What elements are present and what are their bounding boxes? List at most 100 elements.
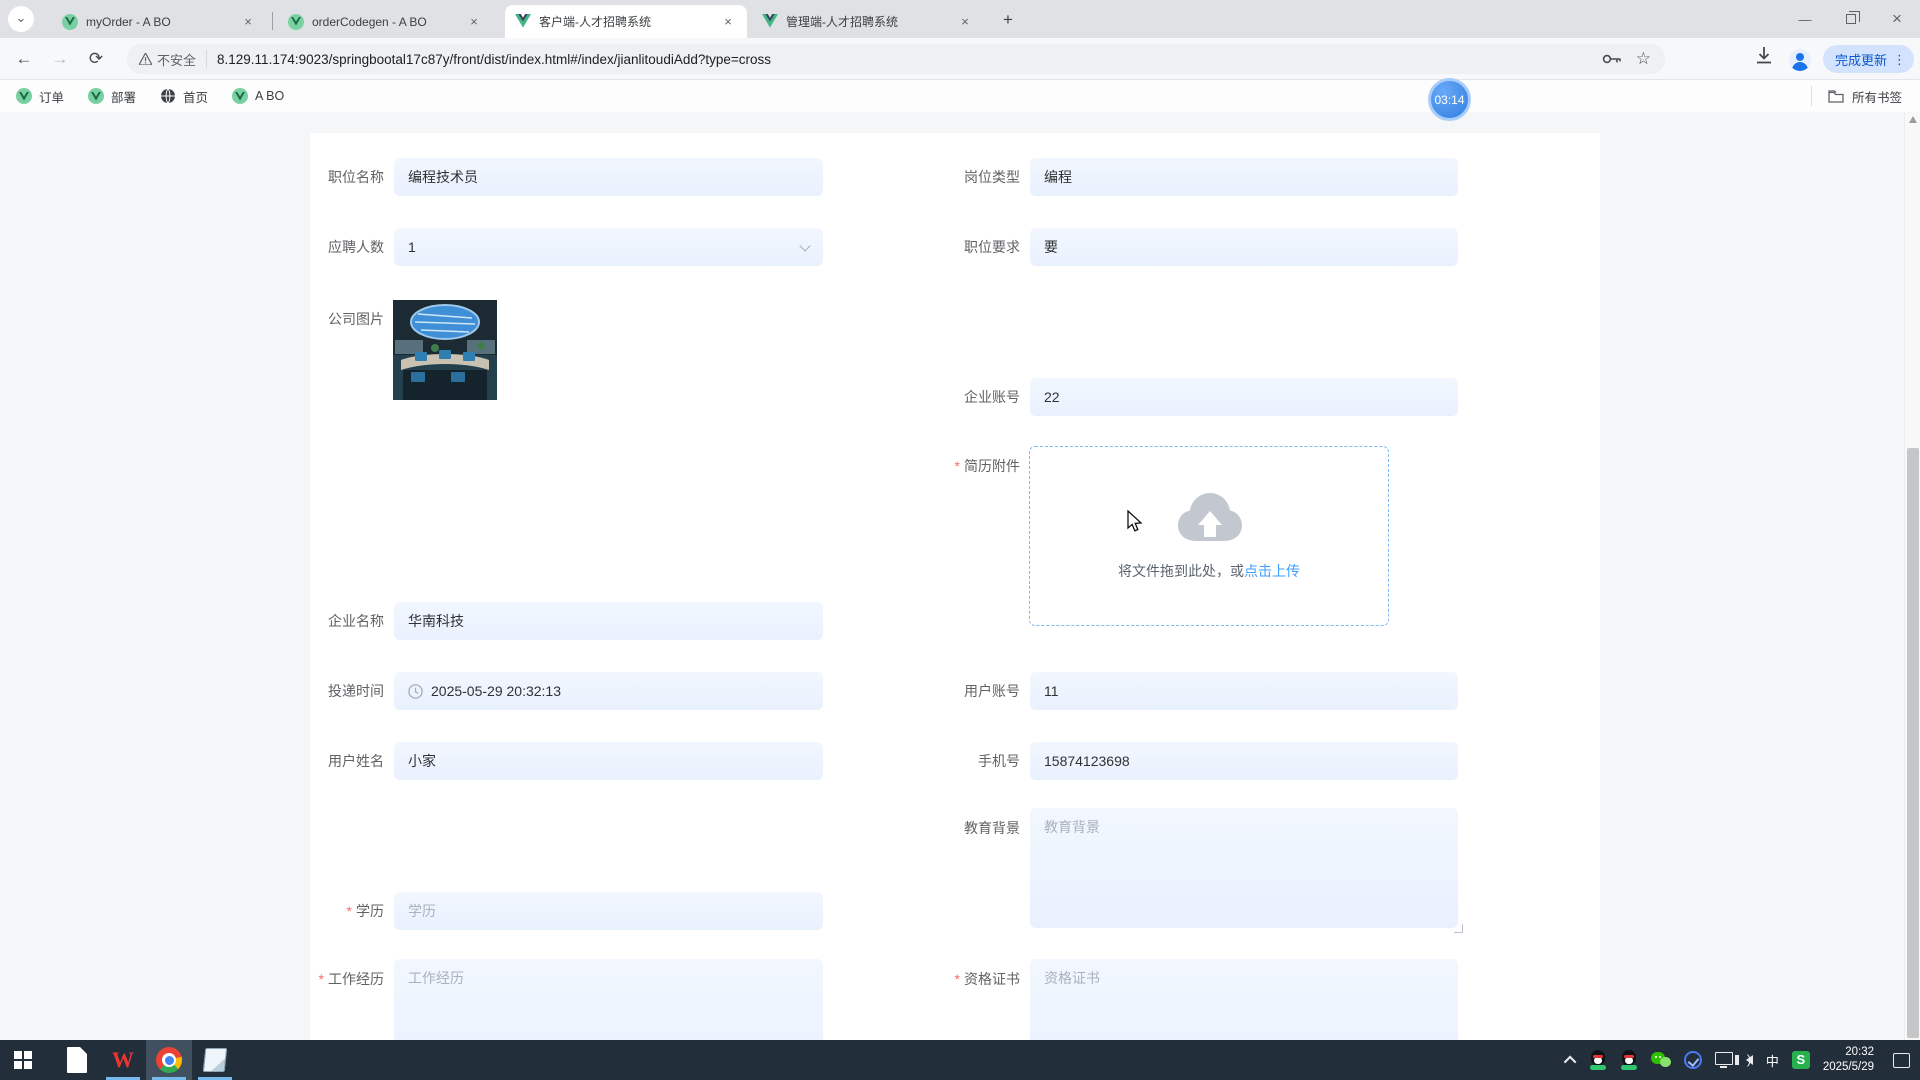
education-background-textarea[interactable] bbox=[1030, 808, 1458, 928]
qq-icon-2[interactable] bbox=[1620, 1050, 1638, 1070]
job-type-input[interactable] bbox=[1030, 158, 1458, 196]
tab-ordercodegen[interactable]: orderCodegen - A BO × bbox=[278, 5, 493, 38]
refresh-button[interactable]: ⟳ bbox=[80, 43, 112, 75]
network-display-icon[interactable] bbox=[1715, 1052, 1733, 1065]
resume-attachment-label: *简历附件 bbox=[866, 446, 1020, 484]
s-app-tray-icon[interactable]: S bbox=[1792, 1051, 1810, 1069]
tab-close-icon[interactable]: × bbox=[239, 13, 257, 31]
bookmark-label: A BO bbox=[255, 89, 284, 103]
job-type-label: 岗位类型 bbox=[866, 158, 1020, 196]
job-requirements-input[interactable] bbox=[1030, 228, 1458, 266]
delivery-time-value: 2025-05-29 20:32:13 bbox=[431, 683, 561, 699]
tab-admin-recruitment[interactable]: 管理端-人才招聘系统 × bbox=[752, 5, 984, 38]
user-name-label: 用户姓名 bbox=[230, 742, 384, 780]
tab-myorder[interactable]: myOrder - A BO × bbox=[52, 5, 267, 38]
vue-icon bbox=[88, 88, 104, 104]
headcount-select[interactable]: 1 bbox=[394, 228, 823, 266]
all-bookmarks-button[interactable]: 所有书签 bbox=[1811, 86, 1902, 106]
minimize-button[interactable]: — bbox=[1782, 0, 1828, 38]
work-experience-textarea[interactable] bbox=[394, 959, 823, 1040]
tab-title: 客户端-人才招聘系统 bbox=[539, 13, 711, 30]
update-label: 完成更新 bbox=[1835, 50, 1887, 69]
volume-icon[interactable] bbox=[1746, 1055, 1753, 1065]
scrollbar-thumb[interactable] bbox=[1907, 448, 1919, 1038]
company-name-input[interactable] bbox=[394, 602, 823, 640]
education-background-label: 教育背景 bbox=[866, 808, 1020, 846]
company-account-input[interactable] bbox=[1030, 378, 1458, 416]
bookmark-dingdan[interactable]: 订单 bbox=[16, 87, 64, 106]
vue-icon bbox=[515, 14, 531, 30]
notification-center-icon[interactable] bbox=[1893, 1053, 1910, 1068]
job-title-label: 职位名称 bbox=[230, 158, 384, 196]
job-title-input[interactable] bbox=[394, 158, 823, 196]
tab-close-icon[interactable]: × bbox=[956, 13, 974, 31]
bookmark-abo[interactable]: A BO bbox=[232, 88, 284, 104]
web-page-content: 职位名称 岗位类型 应聘人数 1 职位要求 公司图片 bbox=[0, 112, 1920, 1040]
taskbar-document-app[interactable] bbox=[54, 1040, 100, 1080]
vue-icon bbox=[62, 14, 78, 30]
globe-icon bbox=[160, 88, 176, 104]
notepad-icon bbox=[203, 1048, 228, 1072]
tab-close-icon[interactable]: × bbox=[719, 13, 737, 31]
update-chrome-button[interactable]: 完成更新 ⋮ bbox=[1823, 45, 1914, 73]
taskbar-wps-app[interactable]: W bbox=[100, 1040, 146, 1080]
degree-input[interactable] bbox=[394, 892, 823, 930]
qq-icon[interactable] bbox=[1589, 1050, 1607, 1070]
bookmark-star-icon[interactable]: ☆ bbox=[1636, 49, 1651, 69]
company-image-thumbnail[interactable] bbox=[393, 300, 497, 400]
textarea-resize-handle[interactable] bbox=[1454, 924, 1463, 933]
bookmark-shouye[interactable]: 首页 bbox=[160, 87, 208, 106]
tab-close-icon[interactable]: × bbox=[465, 13, 483, 31]
bookmark-bushu[interactable]: 部署 bbox=[88, 87, 136, 106]
restore-button[interactable] bbox=[1828, 0, 1874, 38]
browser-toolbar: ← → ⟳ 不安全 8.129.11.174:9023/springbootal… bbox=[0, 38, 1920, 80]
bookmark-label: 部署 bbox=[111, 87, 136, 106]
tab-client-recruitment-active[interactable]: 客户端-人才招聘系统 × bbox=[505, 5, 747, 38]
wps-icon: W bbox=[112, 1047, 134, 1073]
window-controls: — × bbox=[1782, 0, 1920, 38]
close-button[interactable]: × bbox=[1874, 0, 1920, 38]
headcount-value: 1 bbox=[408, 239, 416, 255]
ime-language-indicator[interactable]: 中 bbox=[1766, 1051, 1779, 1070]
security-chip[interactable]: 不安全 bbox=[127, 50, 207, 68]
password-key-icon[interactable] bbox=[1602, 53, 1622, 65]
security-shield-icon[interactable] bbox=[1684, 1051, 1702, 1069]
upload-cloud-icon bbox=[1176, 489, 1244, 545]
headcount-label: 应聘人数 bbox=[230, 228, 384, 266]
security-label: 不安全 bbox=[157, 50, 196, 69]
address-bar[interactable]: 不安全 8.129.11.174:9023/springbootal17c87y… bbox=[127, 44, 1665, 74]
bookmark-label: 订单 bbox=[39, 87, 64, 106]
upload-hint: 将文件拖到此处，或点击上传 bbox=[1030, 561, 1388, 581]
user-name-input[interactable] bbox=[394, 742, 823, 780]
all-bookmarks-label: 所有书签 bbox=[1852, 87, 1902, 106]
start-button[interactable] bbox=[0, 1040, 46, 1080]
click-upload-link[interactable]: 点击上传 bbox=[1244, 563, 1300, 579]
tab-search-chevron[interactable]: ⌄ bbox=[8, 6, 34, 32]
company-name-label: 企业名称 bbox=[230, 602, 384, 640]
new-tab-button[interactable]: + bbox=[996, 8, 1020, 32]
taskbar-chrome-app[interactable] bbox=[146, 1040, 192, 1080]
qualification-label: *资格证书 bbox=[866, 959, 1020, 997]
resume-upload-dropzone[interactable]: 将文件拖到此处，或点击上传 bbox=[1029, 446, 1389, 626]
forward-button[interactable]: → bbox=[44, 43, 76, 75]
timer-badge[interactable]: 03:14 bbox=[1428, 78, 1471, 121]
taskbar-notepad-app[interactable] bbox=[192, 1040, 238, 1080]
user-account-input[interactable] bbox=[1030, 672, 1458, 710]
profile-avatar[interactable] bbox=[1789, 49, 1811, 71]
back-button[interactable]: ← bbox=[8, 43, 40, 75]
wechat-icon[interactable] bbox=[1651, 1051, 1671, 1069]
taskbar-clock[interactable]: 20:32 2025/5/29 bbox=[1823, 1045, 1874, 1075]
page-scrollbar[interactable] bbox=[1904, 112, 1920, 1040]
chevron-down-icon bbox=[799, 240, 810, 251]
vue-icon bbox=[288, 14, 304, 30]
tray-expand-chevron-icon[interactable] bbox=[1564, 1055, 1577, 1068]
company-image-label: 公司图片 bbox=[230, 300, 384, 338]
phone-input[interactable] bbox=[1030, 742, 1458, 780]
tab-divider bbox=[272, 12, 273, 30]
url-text: 8.129.11.174:9023/springbootal17c87y/fro… bbox=[217, 52, 771, 67]
qualification-textarea[interactable] bbox=[1030, 959, 1458, 1040]
scrollbar-up-arrow[interactable] bbox=[1909, 116, 1917, 123]
delivery-time-picker[interactable]: 2025-05-29 20:32:13 bbox=[394, 672, 823, 710]
download-icon[interactable] bbox=[1755, 46, 1773, 66]
chrome-menu-kebab-icon[interactable]: ⋮ bbox=[1893, 57, 1906, 62]
